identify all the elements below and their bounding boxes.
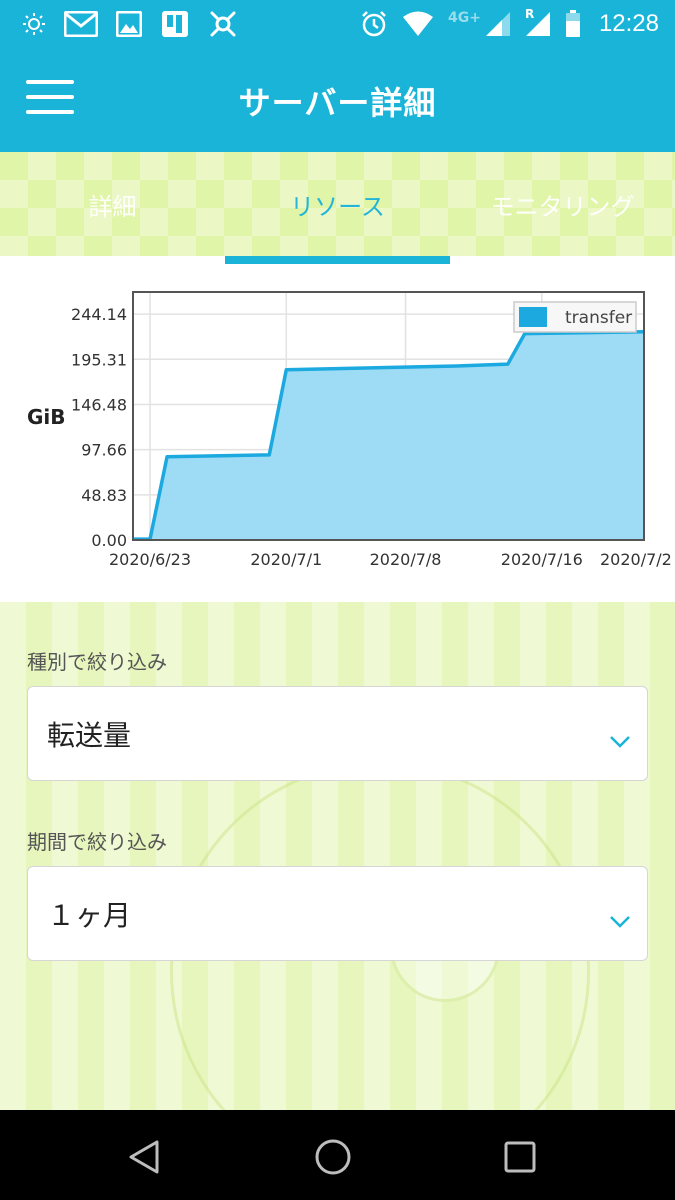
y-tick-label: 195.31: [71, 350, 127, 369]
tab-resources[interactable]: リソース: [225, 152, 450, 256]
transfer-chart: 0.00 48.83 97.66 146.48 195.31 244.14 2020/6/2…: [27, 291, 672, 569]
chevron-down-icon: [609, 723, 631, 756]
home-icon[interactable]: [313, 1137, 353, 1177]
x-tick-label: 2020/7/16: [501, 550, 583, 569]
sim-card-icon: [160, 9, 190, 39]
type-filter-value: 転送量: [47, 718, 132, 752]
period-filter-value: １ヶ月: [47, 898, 132, 932]
legend-label: transfer: [565, 308, 632, 328]
period-filter-label: 期間で絞り込み: [27, 830, 167, 854]
y-tick-label: 97.66: [81, 441, 127, 460]
wifi-icon: [402, 11, 434, 37]
period-filter-select[interactable]: １ヶ月: [27, 866, 648, 961]
tab-monitoring[interactable]: モニタリング: [450, 152, 675, 256]
y-tick-label: 244.14: [71, 305, 127, 324]
type-filter-select[interactable]: 転送量: [27, 686, 648, 781]
status-bar: 4G+ R 12:28: [0, 0, 675, 48]
type-filter-label: 種別で絞り込み: [27, 650, 167, 674]
y-tick-label: 48.83: [81, 486, 127, 505]
legend-swatch: [519, 307, 547, 327]
roaming-label: R: [524, 7, 535, 21]
x-tick-label: 2020/7/8: [370, 550, 442, 569]
battery-icon: [565, 10, 581, 38]
chart-card: 0.00 48.83 97.66 146.48 195.31 244.14 2020/6/2…: [0, 264, 675, 602]
chevron-down-icon: [609, 903, 631, 936]
roaming-signal-icon: R: [525, 7, 551, 37]
app-bar: サーバー詳細: [0, 48, 675, 152]
back-icon[interactable]: [124, 1137, 164, 1177]
gmail-icon: [64, 11, 98, 37]
active-tab-indicator: [225, 256, 450, 264]
cell-signal-icon: [485, 11, 511, 37]
filter-area: 種別で絞り込み 転送量 期間で絞り込み １ヶ月: [0, 602, 675, 1110]
page-title: サーバー詳細: [238, 84, 437, 122]
tab-bar: 詳細 リソース モニタリング: [0, 152, 675, 264]
x-tick-label: 2020/6/23: [109, 550, 191, 569]
brightness-icon: [22, 12, 46, 36]
y-tick-label: 0.00: [91, 531, 127, 550]
alarm-icon: [360, 10, 388, 38]
y-axis-label: GiB: [27, 405, 66, 429]
x-tick-label: 2020/7/1: [250, 550, 322, 569]
app-icon: [208, 9, 238, 39]
recent-apps-icon[interactable]: [500, 1137, 540, 1177]
y-tick-label: 146.48: [71, 395, 127, 414]
system-nav-bar: [0, 1110, 675, 1200]
x-tick-label: 2020/7/2: [600, 550, 672, 569]
clock: 12:28: [598, 10, 659, 37]
gallery-icon: [116, 11, 142, 37]
tab-details[interactable]: 詳細: [0, 152, 225, 256]
network-type-label: 4G+: [447, 10, 481, 26]
